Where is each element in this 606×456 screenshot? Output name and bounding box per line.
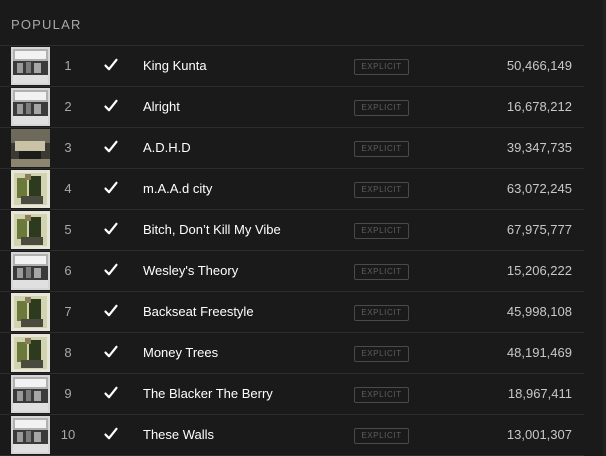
explicit-badge: EXPLICIT	[354, 100, 409, 116]
track-number: 8	[64, 345, 72, 360]
checkmark-icon[interactable]	[103, 221, 119, 237]
track-title[interactable]: These Walls	[143, 427, 214, 442]
track-number: 5	[64, 222, 72, 237]
checkmark-icon[interactable]	[103, 98, 119, 114]
checkmark-icon[interactable]	[103, 303, 119, 319]
explicit-badge: EXPLICIT	[354, 182, 409, 198]
track-number: 9	[64, 386, 72, 401]
explicit-badge: EXPLICIT	[354, 428, 409, 444]
explicit-badge: EXPLICIT	[354, 346, 409, 362]
track-title[interactable]: Money Trees	[143, 345, 218, 360]
track-number: 1	[64, 58, 72, 73]
track-title[interactable]: Backseat Freestyle	[143, 304, 254, 319]
track-number: 3	[64, 140, 72, 155]
explicit-badge: EXPLICIT	[354, 223, 409, 239]
play-count: 67,975,777	[506, 222, 572, 237]
track-number: 2	[64, 99, 72, 114]
track-row[interactable]: 3 A.D.H.D EXPLICIT 39,347,735	[0, 127, 584, 168]
track-title[interactable]: m.A.A.d city	[143, 181, 212, 196]
album-cover[interactable]	[11, 375, 50, 413]
track-row[interactable]: 4 m.A.A.d city EXPLICIT 63,072,245	[0, 168, 584, 209]
track-title[interactable]: King Kunta	[143, 58, 207, 73]
play-count: 16,678,212	[506, 99, 572, 114]
checkmark-icon[interactable]	[103, 57, 119, 73]
album-cover[interactable]	[11, 47, 50, 85]
explicit-badge: EXPLICIT	[354, 387, 409, 403]
track-title[interactable]: Wesley's Theory	[143, 263, 238, 278]
checkmark-icon[interactable]	[103, 344, 119, 360]
checkmark-icon[interactable]	[103, 385, 119, 401]
track-title[interactable]: The Blacker The Berry	[143, 386, 273, 401]
album-cover[interactable]	[11, 293, 50, 331]
play-count: 15,206,222	[506, 263, 572, 278]
explicit-badge: EXPLICIT	[354, 141, 409, 157]
album-cover[interactable]	[11, 211, 50, 249]
album-cover[interactable]	[11, 129, 50, 167]
track-row[interactable]: 1 King Kunta EXPLICIT 50,466,149	[0, 45, 584, 86]
track-number: 7	[64, 304, 72, 319]
track-number: 4	[64, 181, 72, 196]
track-title[interactable]: A.D.H.D	[143, 140, 191, 155]
track-row[interactable]: 6 Wesley's Theory EXPLICIT 15,206,222	[0, 250, 584, 291]
track-row[interactable]: 7 Backseat Freestyle EXPLICIT 45,998,108	[0, 291, 584, 332]
album-cover[interactable]	[11, 252, 50, 290]
track-number: 6	[64, 263, 72, 278]
popular-track-list: 1 King Kunta EXPLICIT 50,466,149 2 Alright EXP…	[0, 45, 584, 456]
play-count: 63,072,245	[506, 181, 572, 196]
checkmark-icon[interactable]	[103, 180, 119, 196]
play-count: 45,998,108	[506, 304, 572, 319]
track-row[interactable]: 9 The Blacker The Berry EXPLICIT 18,967,411	[0, 373, 584, 414]
checkmark-icon[interactable]	[103, 139, 119, 155]
play-count: 48,191,469	[506, 345, 572, 360]
explicit-badge: EXPLICIT	[354, 264, 409, 280]
album-cover[interactable]	[11, 334, 50, 372]
play-count: 18,967,411	[507, 386, 572, 401]
play-count: 50,466,149	[506, 58, 572, 73]
checkmark-icon[interactable]	[103, 426, 119, 442]
track-row[interactable]: 10 These Walls EXPLICIT 13,001,307	[0, 414, 584, 456]
play-count: 13,001,307	[506, 427, 572, 442]
album-cover[interactable]	[11, 416, 50, 454]
track-row[interactable]: 8 Money Trees EXPLICIT 48,191,469	[0, 332, 584, 373]
track-row[interactable]: 5 Bitch, Don’t Kill My Vibe EXPLICIT 67,975…	[0, 209, 584, 250]
track-number: 10	[60, 427, 76, 442]
explicit-badge: EXPLICIT	[354, 59, 409, 75]
album-cover[interactable]	[11, 170, 50, 208]
explicit-badge: EXPLICIT	[354, 305, 409, 321]
album-cover[interactable]	[11, 88, 50, 126]
track-title[interactable]: Alright	[143, 99, 180, 114]
checkmark-icon[interactable]	[103, 262, 119, 278]
section-heading: POPULAR	[11, 17, 82, 32]
play-count: 39,347,735	[506, 140, 572, 155]
track-title[interactable]: Bitch, Don’t Kill My Vibe	[143, 222, 281, 237]
track-row[interactable]: 2 Alright EXPLICIT 16,678,212	[0, 86, 584, 127]
